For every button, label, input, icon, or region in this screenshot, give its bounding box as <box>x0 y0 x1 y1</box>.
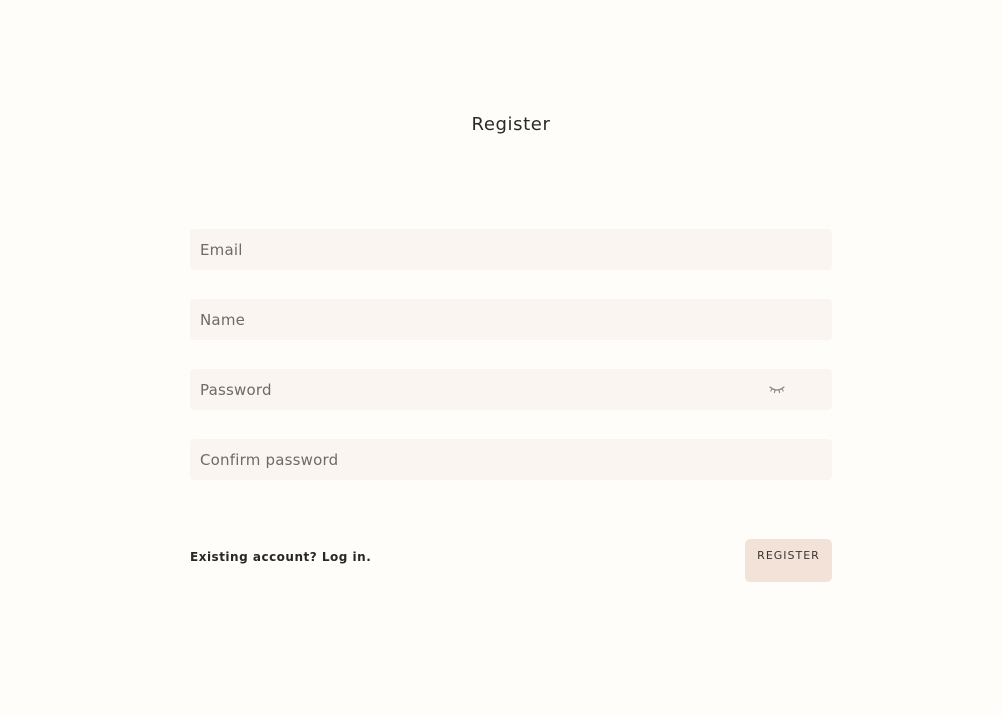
email-field[interactable] <box>190 229 832 270</box>
eye-closed-icon-graphic <box>769 386 785 394</box>
confirm-password-field[interactable] <box>190 439 832 480</box>
email-field-container <box>190 229 832 270</box>
page-title: Register <box>471 114 551 135</box>
register-button[interactable]: REGISTER <box>745 539 832 582</box>
form-footer: Existing account? Log in. REGISTER <box>190 539 832 582</box>
register-form <box>190 229 832 509</box>
name-field[interactable] <box>190 299 832 340</box>
password-field[interactable] <box>190 369 832 410</box>
eye-closed-icon[interactable] <box>768 382 786 396</box>
confirm-password-field-container <box>190 439 832 480</box>
name-field-container <box>190 299 832 340</box>
login-link[interactable]: Existing account? Log in. <box>190 550 371 564</box>
password-field-container <box>190 369 832 410</box>
